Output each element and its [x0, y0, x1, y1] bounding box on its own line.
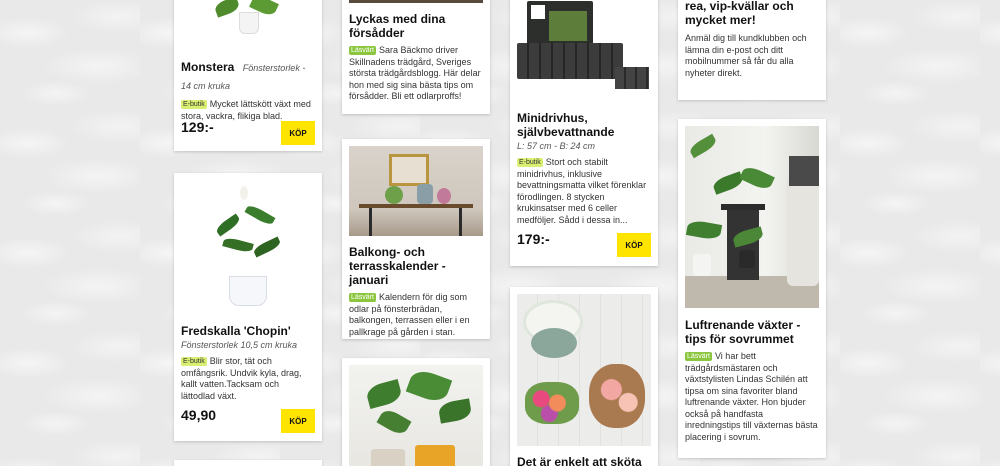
promo-card-kundklubb[interactable]: Missa inte utskick om rea, vip-kvällar o… — [678, 0, 826, 100]
article-card-enkelt[interactable]: Det är enkelt att sköta — [510, 287, 658, 466]
article-description: Läsvärt Sara Bäckmo driver Skillnadens tr… — [349, 45, 481, 101]
fredskalla-image[interactable] — [181, 180, 315, 313]
ebutik-badge: E-butik — [181, 357, 207, 366]
promo-title[interactable]: Missa inte utskick om rea, vip-kvällar o… — [685, 0, 821, 27]
product-price: 49,90 — [181, 407, 217, 423]
article-title[interactable]: Luftrenande växter - tips för sovrummet — [685, 318, 819, 346]
ebutik-badge: E-butik — [181, 100, 207, 109]
product-size: Fönsterstorlek 10,5 cm kruka — [181, 340, 298, 350]
monstera-pots-image[interactable] — [349, 365, 483, 466]
ebutik-badge: E-butik — [517, 158, 543, 167]
balkong-image[interactable] — [349, 146, 483, 236]
article-title[interactable]: Balkong- och terrasskalender - januari — [349, 245, 483, 287]
article-card-balkong[interactable]: Balkong- och terrasskalender - januari L… — [342, 139, 490, 339]
article-card-monstera-pots[interactable] — [342, 358, 490, 466]
article-card-luftrenande[interactable]: Luftrenande växter - tips för sovrummet … — [678, 119, 826, 458]
buy-button[interactable]: KÖP — [281, 121, 315, 145]
product-description: E-butik Blir stor, tät och omfångsrik. Un… — [181, 356, 302, 401]
lasvart-badge: Läsvärt — [349, 46, 376, 55]
product-price: 129:- — [181, 119, 214, 135]
product-card-monstera[interactable]: Monstera Fönsterstorlek - 14 cm kruka E-… — [174, 0, 322, 151]
article-card-lyckas[interactable]: Lyckas med dina försådder Läsvärt Sara Bä… — [342, 0, 490, 114]
product-title[interactable]: Fredskalla 'Chopin' — [181, 324, 315, 338]
product-price: 179:- — [517, 231, 550, 247]
luftrenande-image[interactable] — [685, 126, 819, 308]
article-description: Läsvärt Kalendern för dig som odlar på fö… — [349, 292, 470, 337]
product-size: L: 57 cm - B: 24 cm — [517, 141, 596, 151]
minidrivhus-image[interactable] — [517, 0, 651, 99]
lyckas-image[interactable] — [349, 0, 483, 3]
flowers-image[interactable] — [517, 294, 651, 446]
product-title[interactable]: Monstera — [181, 60, 234, 74]
lasvart-badge: Läsvärt — [685, 352, 712, 361]
buy-button[interactable]: KÖP — [617, 233, 651, 257]
product-card-partial[interactable] — [174, 460, 322, 466]
product-description: E-butik Stort och stabilt minidrivhus, in… — [517, 157, 647, 225]
promo-description: Anmäl dig till kundklubben och lämna din… — [685, 33, 807, 78]
article-title[interactable]: Det är enkelt att sköta — [517, 455, 651, 466]
product-card-fredskalla[interactable]: Fredskalla 'Chopin' Fönsterstorlek 10,5 … — [174, 173, 322, 441]
lasvart-badge: Läsvärt — [349, 293, 376, 302]
article-title[interactable]: Lyckas med dina försådder — [349, 12, 483, 40]
product-title[interactable]: Minidrivhus, självbevattnande — [517, 111, 651, 139]
product-card-minidrivhus[interactable]: Minidrivhus, självbevattnande L: 57 cm -… — [510, 0, 658, 266]
buy-button[interactable]: KÖP — [281, 409, 315, 433]
monstera-image[interactable] — [181, 0, 315, 52]
article-description: Läsvärt Vi har bett trädgårdsmästaren och… — [685, 351, 818, 442]
